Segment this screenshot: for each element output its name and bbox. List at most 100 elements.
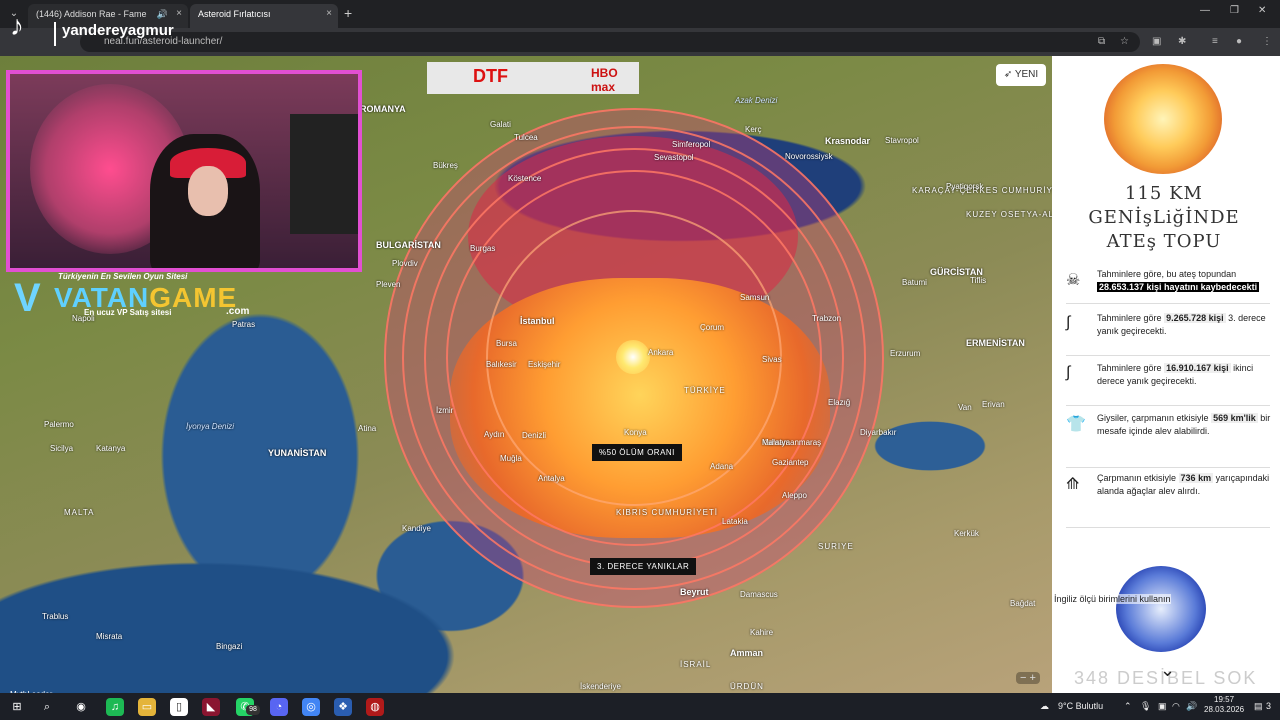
profile-avatar[interactable]: ●: [1236, 36, 1242, 47]
divider: [54, 22, 56, 46]
app2-icon[interactable]: ❖: [334, 698, 352, 716]
impact-point: [616, 340, 650, 374]
bookmark-star-icon[interactable]: ☆: [1120, 36, 1129, 47]
map-label: Sivas: [762, 355, 782, 364]
result-row: ∫ Tahminlere göre 9.265.728 kişi 3. derec…: [1066, 312, 1270, 356]
result-highlight: 28.653.137 kişi hayatını kaybedecekti: [1097, 282, 1260, 292]
death-rate-badge: %50 ÖLÜM ORANI: [592, 444, 682, 461]
result-pre: Tahminlere göre, bu ateş topundan: [1097, 269, 1237, 279]
extension-icon[interactable]: ▣: [1152, 36, 1161, 47]
maximize-icon[interactable]: ❐: [1230, 5, 1239, 16]
folder-icon[interactable]: ▭: [138, 698, 156, 716]
volume-icon[interactable]: 🔊: [1186, 701, 1197, 712]
map-label: Atina: [358, 424, 377, 433]
shirt-icon: 👕: [1066, 416, 1086, 433]
result-highlight: 736 km: [1178, 473, 1214, 483]
translate-icon[interactable]: ⧉: [1098, 36, 1105, 47]
wifi-icon[interactable]: ◠: [1172, 701, 1180, 712]
chrome-icon[interactable]: ◎: [302, 698, 320, 716]
map-label: Sevastopol: [654, 153, 694, 162]
map-label: BULGARİSTAN: [376, 240, 441, 250]
url-field[interactable]: neal.fun/asteroid-launcher/: [80, 32, 1140, 52]
result-row: ∫ Tahminlere göre 16.910.167 kişi ikinci …: [1066, 362, 1270, 406]
obs-icon[interactable]: ◍: [366, 698, 384, 716]
app-icon[interactable]: ◣: [202, 698, 220, 716]
weather-text[interactable]: 9°C Bulutlu: [1058, 701, 1103, 711]
notepad-icon[interactable]: ▯: [170, 698, 188, 716]
map-label: Eskişehir: [528, 360, 561, 369]
map-label: Aydın: [484, 430, 505, 439]
burn-icon: ∫: [1066, 314, 1071, 331]
puzzle-icon[interactable]: ✱: [1178, 36, 1186, 47]
close-tab-icon[interactable]: ×: [326, 4, 332, 24]
zoom-controls[interactable]: − +: [1016, 672, 1040, 684]
burns-badge: 3. DERECE YANIKLAR: [590, 558, 697, 575]
speaker-icon[interactable]: 🔊: [157, 4, 168, 24]
menu-dots-icon[interactable]: ⋮: [1262, 36, 1272, 47]
tab-asteroid[interactable]: Asteroid Fırlatıcısı ×: [190, 4, 338, 28]
tree-icon: ⟰: [1066, 476, 1080, 493]
notification-count: 3: [1266, 701, 1272, 711]
map-label: Gaziantep: [772, 458, 809, 467]
window-close-icon[interactable]: ✕: [1258, 5, 1266, 16]
map-label: Damascus: [740, 590, 778, 599]
notification-icon[interactable]: ▤: [1254, 701, 1263, 712]
result-text: Çarpmanın etkisiyle 736 km yarıçapındaki…: [1097, 472, 1272, 498]
map-label: Kandiye: [402, 524, 431, 533]
map-label: İstanbul: [520, 316, 555, 326]
sponsor-v-icon: V: [14, 276, 41, 320]
result-text: Tahminlere göre, bu ateş topundan 28.653…: [1097, 268, 1272, 294]
media-icon[interactable]: ≡: [1212, 36, 1218, 47]
tray-chevron-icon[interactable]: ⌃: [1124, 701, 1132, 712]
map-label: Batumi: [902, 278, 927, 287]
new-tab-button[interactable]: +: [344, 5, 352, 21]
chevron-down-icon[interactable]: ⌄: [1160, 660, 1175, 681]
map-label: Stavropol: [885, 136, 919, 145]
minimize-icon[interactable]: —: [1200, 5, 1210, 16]
shockwave-illustration: [1116, 566, 1206, 652]
whatsapp-badge: 98: [246, 705, 260, 715]
result-highlight: 9.265.728 kişi: [1164, 313, 1226, 323]
result-row: ☠ Tahminlere göre, bu ateş topundan 28.65…: [1066, 268, 1270, 304]
tiktok-username: yandereyagmur: [62, 22, 174, 39]
spotify-icon[interactable]: ♫: [106, 698, 124, 716]
ad-banner[interactable]: DTF HBO max: [427, 62, 639, 94]
map-label: MALTA: [64, 508, 95, 517]
result-pre: Tahminlere göre: [1097, 363, 1162, 373]
map-label: Denizli: [522, 431, 547, 440]
discord-icon[interactable]: ◔: [270, 698, 288, 716]
tray-app-icon[interactable]: ▣: [1158, 701, 1167, 712]
mic-icon[interactable]: 🎙: [1140, 701, 1151, 712]
map-label: Pyatigorsk: [946, 182, 984, 191]
map-label: İzmir: [436, 406, 454, 415]
close-tab-icon[interactable]: ×: [176, 4, 182, 24]
weather-icon[interactable]: ☁: [1040, 701, 1049, 712]
map-label: Tiflis: [970, 276, 987, 285]
fireball-illustration: [1104, 64, 1222, 174]
result-highlight: 569 km'lik: [1211, 413, 1258, 423]
map-label: Muğla: [500, 454, 522, 463]
new-button[interactable]: ➶ YENI: [996, 64, 1046, 86]
burn-icon: ∫: [1066, 364, 1071, 381]
windows-start-icon[interactable]: ⊞: [8, 698, 26, 716]
clock-date: 28.03.2026: [1204, 705, 1245, 714]
webcam-overlay: [6, 70, 362, 272]
sponsor-tagline: Türkiyenin En Sevilen Oyun Sitesi: [58, 272, 188, 281]
search-icon[interactable]: ⌕: [38, 698, 56, 716]
map-label: SURIYE: [818, 542, 854, 551]
result-pre: Giysiler, çarpmanın etkisiyle: [1097, 413, 1209, 423]
map-label: İyonya Denizi: [186, 422, 235, 431]
rocket-icon: ➶: [1003, 69, 1015, 80]
clock[interactable]: 19:57 28.03.2026: [1204, 695, 1244, 715]
map-label: Diyarbakır: [860, 428, 897, 437]
map-label: ERMENİSTAN: [966, 338, 1025, 348]
steam-icon[interactable]: ◉: [72, 698, 90, 716]
map-label: Pleven: [376, 280, 401, 289]
map-label: Galati: [490, 120, 511, 129]
map-label: Çorum: [700, 323, 725, 332]
sponsor-logo: Türkiyenin En Sevilen Oyun Sitesi V VATA…: [14, 272, 274, 324]
tab-title: Asteroid Fırlatıcısı: [198, 9, 271, 19]
tiktok-logo-icon: ♪: [10, 10, 24, 41]
map-label: Burgas: [470, 244, 496, 253]
result-pre: Tahminlere göre: [1097, 313, 1162, 323]
